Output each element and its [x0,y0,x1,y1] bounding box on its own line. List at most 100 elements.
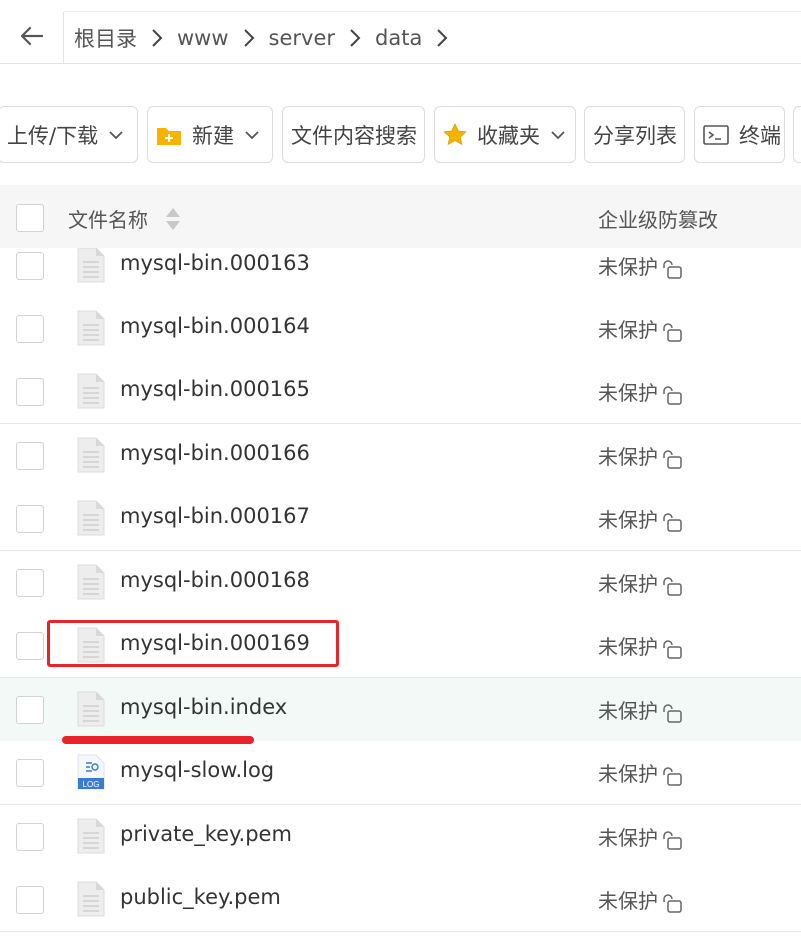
top-divider [64,0,801,12]
breadcrumb-root[interactable]: 根目录 [74,23,137,53]
protect-status-label: 未保护 [598,445,658,469]
row-checkbox[interactable] [16,696,44,724]
row-checkbox[interactable] [16,315,44,343]
file-icon [77,564,105,600]
file-name[interactable]: mysql-bin.000167 [120,504,310,528]
row-checkbox[interactable] [16,569,44,597]
terminal-label: 终端 [739,123,781,148]
file-name[interactable]: mysql-bin.000164 [120,314,310,338]
protect-status[interactable]: 未保护 [598,822,682,851]
content-search-label: 文件内容搜索 [291,123,417,148]
arrow-left-icon [20,26,44,50]
row-checkbox[interactable] [16,759,44,787]
table-row[interactable]: mysql-bin.000167 未保护 [0,487,801,551]
file-icon [77,691,105,727]
lock-open-icon [662,639,682,659]
lock-open-icon [662,512,682,532]
chevron-right-icon [335,28,375,48]
table-row[interactable]: mysql-bin.000165 未保护 [0,360,801,424]
sort-icon[interactable] [164,206,182,232]
table-row[interactable]: public_key.pem 未保护 [0,868,801,932]
file-name[interactable]: mysql-bin.000165 [120,377,310,401]
log-icon-label: LOG [83,780,100,789]
chevron-right-icon [229,28,269,48]
terminal-button[interactable]: 终端 [694,106,785,163]
row-checkbox[interactable] [16,505,44,533]
file-name[interactable]: mysql-bin.000168 [120,568,310,592]
column-header-name[interactable]: 文件名称 [68,204,182,233]
lock-open-icon [662,703,682,723]
column-header-protect: 企业级防篡改 [598,208,718,232]
lock-open-icon [662,259,682,279]
row-checkbox[interactable] [16,378,44,406]
file-name[interactable]: mysql-slow.log [120,758,274,782]
protect-status[interactable]: 未保护 [598,441,682,470]
row-checkbox[interactable] [16,823,44,851]
protect-status[interactable]: 未保护 [598,504,682,533]
protect-status-label: 未保护 [598,508,658,532]
more-toolbar-button[interactable] [793,106,801,163]
breadcrumb-server[interactable]: server [269,26,335,50]
breadcrumb: 根目录 www server data [74,14,462,62]
protect-status[interactable]: 未保护 [598,314,682,343]
file-icon [77,500,105,536]
protect-status[interactable]: 未保护 [598,631,682,660]
table-row[interactable]: mysql-bin.000168 未保护 [0,551,801,615]
protect-status-label: 未保护 [598,635,658,659]
content-search-button[interactable]: 文件内容搜索 [282,106,425,163]
file-name[interactable]: private_key.pem [120,822,292,846]
chevron-down-icon [108,130,124,140]
protect-status-label: 未保护 [598,255,658,279]
back-button[interactable] [0,12,64,64]
table-row[interactable]: mysql-bin.index 未保护 [0,678,801,742]
favorites-button[interactable]: 收藏夹 [434,106,576,163]
table-row[interactable]: mysql-bin.000164 未保护 [0,297,801,361]
row-checkbox[interactable] [16,252,44,280]
chevron-right-icon[interactable] [422,28,462,48]
chevron-down-icon [550,130,566,140]
breadcrumb-data[interactable]: data [375,26,422,50]
table-row[interactable]: private_key.pem 未保护 [0,805,801,869]
row-checkbox[interactable] [16,632,44,660]
file-name[interactable]: mysql-bin.000166 [120,441,310,465]
lock-open-icon [662,893,682,913]
share-list-button[interactable]: 分享列表 [584,106,685,163]
protect-status-label: 未保护 [598,762,658,786]
lock-open-icon [662,322,682,342]
select-all-checkbox[interactable] [16,204,44,232]
file-icon [77,881,105,917]
new-button[interactable]: 新建 [147,106,273,163]
row-checkbox[interactable] [16,886,44,914]
file-name[interactable]: mysql-bin.000169 [120,631,310,655]
protect-status[interactable]: 未保护 [598,251,682,280]
file-name[interactable]: public_key.pem [120,885,281,909]
file-name[interactable]: mysql-bin.index [120,695,287,719]
terminal-icon [703,124,729,145]
upload-download-button[interactable]: 上传/下载 [0,106,138,163]
log-file-icon: LOG [77,754,105,790]
table-row[interactable]: mysql-bin.000166 未保护 [0,424,801,488]
breadcrumb-bar: 根目录 www server data [0,0,801,64]
file-icon [77,310,105,346]
toolbar: 上传/下载 新建 文件内容搜索 收藏夹 分享列表 终端 [0,106,801,164]
table-row[interactable]: mysql-bin.000169 未保护 [0,614,801,678]
protect-status[interactable]: 未保护 [598,885,682,914]
file-list: mysql-bin.000163 未保护 mysql-bin.000164 未保护 my… [0,248,801,938]
new-folder-icon [156,124,182,146]
table-row[interactable]: LOG mysql-slow.log 未保护 [0,741,801,805]
breadcrumb-www[interactable]: www [177,26,229,50]
upload-download-label: 上传/下载 [7,123,99,148]
protect-status[interactable]: 未保护 [598,568,682,597]
share-list-label: 分享列表 [593,123,677,148]
lock-open-icon [662,385,682,405]
lock-open-icon [662,830,682,850]
protect-status-label: 未保护 [598,699,658,723]
protect-status[interactable]: 未保护 [598,695,682,724]
protect-status[interactable]: 未保护 [598,377,682,406]
protect-status[interactable]: 未保护 [598,758,682,787]
row-checkbox[interactable] [16,442,44,470]
favorites-label: 收藏夹 [477,123,540,148]
lock-open-icon [662,449,682,469]
file-name[interactable]: mysql-bin.000163 [120,251,310,275]
table-row[interactable]: mysql-bin.000163 未保护 [0,248,801,298]
